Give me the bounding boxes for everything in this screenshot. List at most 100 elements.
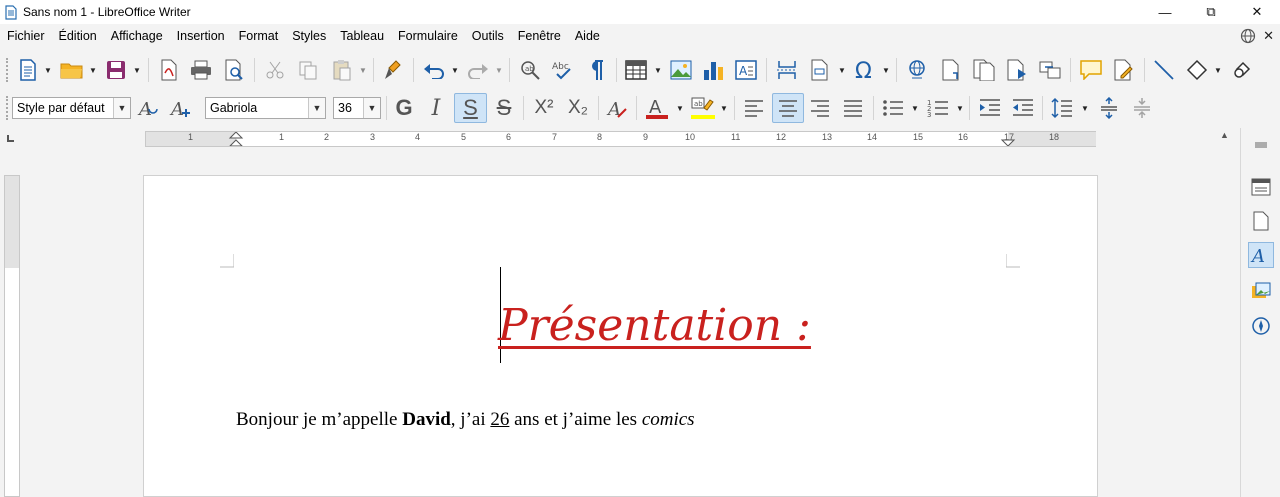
subscript-button[interactable]: X₂ <box>562 94 594 122</box>
font-color-icon[interactable]: A <box>643 94 671 122</box>
bullet-list-icon[interactable] <box>879 94 907 122</box>
formatting-marks-icon[interactable] <box>582 56 610 84</box>
track-changes-icon[interactable] <box>1110 56 1138 84</box>
decrease-indent-icon[interactable] <box>1009 94 1037 122</box>
minimize-button[interactable]: — <box>1142 0 1188 24</box>
navigator-icon[interactable] <box>1248 313 1274 339</box>
chevron-down-icon[interactable]: ▼ <box>1081 104 1089 113</box>
bold-button[interactable]: G <box>390 94 418 122</box>
chevron-down-icon[interactable]: ▼ <box>911 104 919 113</box>
decrease-paragraph-spacing-icon[interactable] <box>1128 94 1156 122</box>
scroll-up-icon[interactable]: ▲ <box>1220 130 1229 140</box>
update-style-icon[interactable]: A <box>134 94 162 122</box>
menu-tableau[interactable]: Tableau <box>333 24 391 48</box>
chevron-down-icon[interactable]: ▼ <box>495 66 503 75</box>
chevron-down-icon[interactable]: ▼ <box>1214 66 1222 75</box>
redo-icon[interactable] <box>464 56 492 84</box>
menu-insertion[interactable]: Insertion <box>170 24 232 48</box>
underline-button[interactable]: S <box>454 93 487 123</box>
chevron-down-icon[interactable]: ▼ <box>359 66 367 75</box>
export-pdf-icon[interactable] <box>155 56 183 84</box>
print-preview-icon[interactable] <box>220 56 248 84</box>
bookmark-icon[interactable] <box>1003 56 1031 84</box>
document-paragraph[interactable]: Bonjour je m’appelle David, j’ai 26 ans … <box>236 409 695 431</box>
basic-shapes-icon[interactable] <box>1183 56 1211 84</box>
align-center-icon[interactable] <box>772 93 804 123</box>
align-left-icon[interactable] <box>740 94 768 122</box>
vertical-scrollbar[interactable]: ▲ <box>1216 128 1234 497</box>
open-folder-icon[interactable] <box>58 56 86 84</box>
spelling-icon[interactable]: Abc <box>549 56 577 84</box>
chevron-down-icon[interactable]: ▼ <box>133 66 141 75</box>
insert-image-icon[interactable] <box>667 56 695 84</box>
menu-edition[interactable]: Édition <box>52 24 104 48</box>
menu-fichier[interactable]: Fichier <box>0 24 52 48</box>
font-size-select[interactable]: 36 ▼ <box>333 97 381 119</box>
hyperlink-icon[interactable] <box>903 56 931 84</box>
superscript-button[interactable]: X² <box>528 94 560 122</box>
chevron-down-icon[interactable]: ▼ <box>882 66 890 75</box>
chevron-down-icon[interactable]: ▼ <box>654 66 662 75</box>
cut-icon[interactable] <box>261 56 289 84</box>
globe-icon[interactable] <box>1240 28 1256 44</box>
styles-icon[interactable]: A <box>1248 242 1274 268</box>
document-title[interactable]: Présentation : <box>498 300 811 351</box>
chevron-down-icon[interactable]: ▼ <box>956 104 964 113</box>
special-character-icon[interactable]: Ω <box>851 56 879 84</box>
clear-formatting-icon[interactable]: A <box>603 94 631 122</box>
gallery-icon[interactable] <box>1248 278 1274 304</box>
chevron-down-icon[interactable]: ▼ <box>363 98 380 118</box>
italic-button[interactable]: I <box>422 94 450 122</box>
chevron-down-icon[interactable]: ▼ <box>838 66 846 75</box>
insert-line-icon[interactable] <box>1150 56 1178 84</box>
close-button[interactable]: ✕ <box>1234 0 1280 24</box>
maximize-button[interactable]: ⧉ <box>1188 0 1234 24</box>
properties-icon[interactable] <box>1248 174 1274 200</box>
chevron-down-icon[interactable]: ▼ <box>676 104 684 113</box>
undo-icon[interactable] <box>420 56 448 84</box>
footnote-icon[interactable] <box>937 56 965 84</box>
paste-icon[interactable] <box>328 56 356 84</box>
insert-field-icon[interactable] <box>806 56 834 84</box>
insert-table-icon[interactable] <box>622 56 650 84</box>
comment-icon[interactable] <box>1077 56 1105 84</box>
page-icon[interactable] <box>1248 208 1274 234</box>
chevron-down-icon[interactable]: ▼ <box>113 98 130 118</box>
insert-page-break-icon[interactable] <box>773 56 801 84</box>
menu-outils[interactable]: Outils <box>465 24 511 48</box>
font-name-select[interactable]: Gabriola ▼ <box>205 97 326 119</box>
chevron-down-icon[interactable]: ▼ <box>44 66 52 75</box>
increase-paragraph-spacing-icon[interactable] <box>1095 94 1123 122</box>
horizontal-ruler[interactable]: 1 1 2 3 4 5 6 7 8 9 10 11 12 13 14 15 16… <box>145 131 1096 147</box>
copy-icon[interactable] <box>294 56 322 84</box>
menu-affichage[interactable]: Affichage <box>104 24 170 48</box>
highlight-color-icon[interactable]: ab <box>688 94 718 122</box>
menu-formulaire[interactable]: Formulaire <box>391 24 465 48</box>
save-icon[interactable] <box>102 56 130 84</box>
print-icon[interactable] <box>187 56 215 84</box>
draw-functions-icon[interactable] <box>1228 56 1256 84</box>
menu-styles[interactable]: Styles <box>285 24 333 48</box>
new-document-icon[interactable] <box>14 56 42 84</box>
justify-icon[interactable] <box>839 94 867 122</box>
close-document-icon[interactable]: ✕ <box>1263 28 1274 44</box>
endnote-icon[interactable] <box>970 56 998 84</box>
increase-indent-icon[interactable] <box>976 94 1004 122</box>
menu-format[interactable]: Format <box>232 24 286 48</box>
menu-fenetre[interactable]: Fenêtre <box>511 24 568 48</box>
numbered-list-icon[interactable]: 123 <box>924 94 952 122</box>
menu-aide[interactable]: Aide <box>568 24 607 48</box>
align-right-icon[interactable] <box>806 94 834 122</box>
cross-reference-icon[interactable] <box>1036 56 1064 84</box>
chevron-down-icon[interactable]: ▼ <box>308 98 325 118</box>
ruler-corner[interactable] <box>7 135 14 142</box>
sidebar-menu-icon[interactable] <box>1254 142 1268 148</box>
find-replace-icon[interactable]: ab <box>516 56 544 84</box>
toolbar-grip[interactable] <box>6 96 9 120</box>
vertical-ruler[interactable] <box>4 175 20 497</box>
insert-text-box-icon[interactable]: A <box>732 56 760 84</box>
line-spacing-icon[interactable] <box>1048 94 1076 122</box>
new-style-icon[interactable]: A <box>166 94 194 122</box>
insert-chart-icon[interactable] <box>699 56 727 84</box>
chevron-down-icon[interactable]: ▼ <box>451 66 459 75</box>
